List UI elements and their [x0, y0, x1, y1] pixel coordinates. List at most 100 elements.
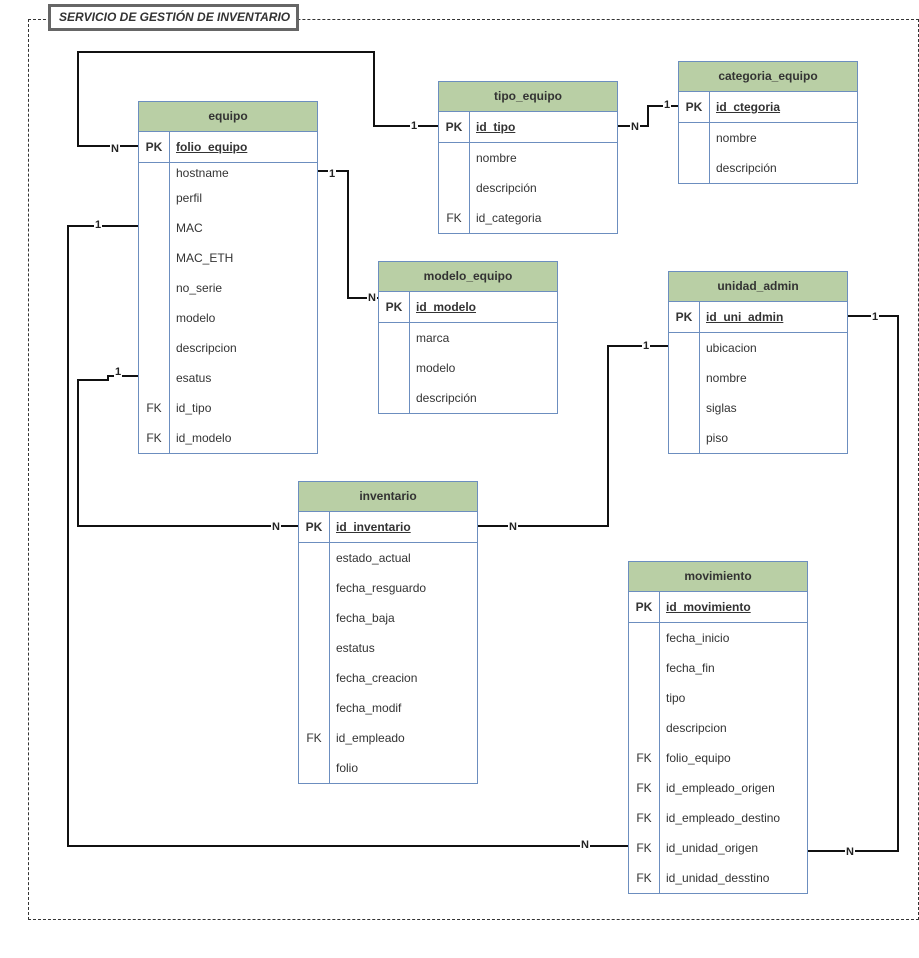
primary-key-row: PK id_inventario — [299, 512, 477, 543]
field-list: estado_actual fecha_resguardo fecha_baja… — [299, 543, 477, 783]
field-name: fecha_creacion — [336, 671, 418, 685]
field-row: marca — [379, 323, 557, 353]
field-row: nombre — [669, 363, 847, 393]
key-marker: FK — [636, 841, 652, 855]
pk-marker: PK — [145, 140, 163, 154]
field-row: fecha_fin — [629, 653, 807, 683]
entity-categoria-equipo[interactable]: categoria_equipo PK id_ctegoria nombre d… — [678, 61, 858, 184]
pk-field-name: id_movimiento — [666, 600, 751, 614]
field-row: estado_actual — [299, 543, 477, 573]
field-name: esatus — [176, 371, 212, 385]
field-row: descripción — [379, 383, 557, 413]
field-name: estado_actual — [336, 551, 411, 565]
primary-key-row: PK id_uni_admin — [669, 302, 847, 333]
cardinality-one-label: 1 — [114, 366, 123, 378]
pk-marker: PK — [685, 100, 703, 114]
field-name: fecha_baja — [336, 611, 395, 625]
entity-title: inventario — [299, 482, 477, 512]
field-row: hostname — [139, 163, 317, 183]
entity-inventario[interactable]: inventario PK id_inventario estado_actua… — [298, 481, 478, 784]
field-row: descripción — [679, 153, 857, 183]
pk-marker: PK — [305, 520, 323, 534]
field-row: perfil — [139, 183, 317, 213]
pk-marker: PK — [385, 300, 403, 314]
pk-marker: PK — [445, 120, 463, 134]
cardinality-many-label: N — [845, 846, 855, 858]
cardinality-one-label: 1 — [94, 219, 103, 231]
field-name: MAC_ETH — [176, 251, 234, 265]
field-list: nombre descripción — [679, 123, 857, 183]
pk-field-name: id_ctegoria — [716, 100, 781, 114]
field-name: descripción — [416, 391, 477, 405]
field-row: FK id_empleado — [299, 723, 477, 753]
field-name: siglas — [706, 401, 737, 415]
field-row: FK id_unidad_origen — [629, 833, 807, 863]
entity-title: equipo — [139, 102, 317, 132]
entity-equipo[interactable]: equipo PK folio_equipo hostname perfil M… — [138, 101, 318, 454]
entity-tipo-equipo[interactable]: tipo_equipo PK id_tipo nombre descripció… — [438, 81, 618, 234]
entity-movimiento[interactable]: movimiento PK id_movimiento fecha_inicio… — [628, 561, 808, 894]
cardinality-one-label: 1 — [328, 168, 337, 180]
field-name: id_empleado_destino — [666, 811, 781, 825]
field-row: estatus — [299, 633, 477, 663]
field-name: nombre — [716, 131, 757, 145]
primary-key-row: PK id_modelo — [379, 292, 557, 323]
field-list: ubicacion nombre siglas piso — [669, 333, 847, 453]
field-name: descripcion — [666, 721, 727, 735]
field-name: id_empleado — [336, 731, 405, 745]
cardinality-many-label: N — [271, 521, 281, 533]
field-row: nombre — [439, 143, 617, 173]
field-row: nombre — [679, 123, 857, 153]
field-row: fecha_resguardo — [299, 573, 477, 603]
entity-title: tipo_equipo — [439, 82, 617, 112]
pk-marker: PK — [635, 600, 653, 614]
field-list: fecha_inicio fecha_fin tipo descripcion … — [629, 623, 807, 893]
field-name: id_tipo — [176, 401, 212, 415]
field-name: descripcion — [176, 341, 237, 355]
field-name: ubicacion — [706, 341, 757, 355]
field-name: nombre — [706, 371, 747, 385]
field-name: modelo — [416, 361, 456, 375]
cardinality-many-label: N — [110, 143, 120, 155]
link-equipo-modelo_equipo — [318, 170, 378, 299]
field-list: marca modelo descripción — [379, 323, 557, 413]
field-name: nombre — [476, 151, 517, 165]
field-row: modelo — [139, 303, 317, 333]
primary-key-row: PK id_movimiento — [629, 592, 807, 623]
field-name: descripción — [476, 181, 537, 195]
field-row: descripción — [439, 173, 617, 203]
pk-field-name: folio_equipo — [176, 140, 248, 154]
field-name: tipo — [666, 691, 686, 705]
pk-field-name: id_modelo — [416, 300, 477, 314]
field-row: fecha_baja — [299, 603, 477, 633]
field-name: hostname — [176, 166, 229, 180]
entity-title: categoria_equipo — [679, 62, 857, 92]
field-name: no_serie — [176, 281, 223, 295]
entity-title: unidad_admin — [669, 272, 847, 302]
cardinality-one-label: 1 — [410, 120, 419, 132]
field-name: fecha_resguardo — [336, 581, 427, 595]
field-name: perfil — [176, 191, 203, 205]
field-name: id_categoria — [476, 211, 542, 225]
field-name: piso — [706, 431, 729, 445]
field-row: descripcion — [139, 333, 317, 363]
field-row: folio — [299, 753, 477, 783]
field-row: FK id_empleado_destino — [629, 803, 807, 833]
entity-modelo-equipo[interactable]: modelo_equipo PK id_modelo marca modelo … — [378, 261, 558, 414]
key-marker: FK — [446, 211, 462, 225]
field-name: estatus — [336, 641, 375, 655]
field-row: FK id_modelo — [139, 423, 317, 453]
key-marker: FK — [146, 401, 162, 415]
entity-unidad-admin[interactable]: unidad_admin PK id_uni_admin ubicacion n… — [668, 271, 848, 454]
field-name: folio_equipo — [666, 751, 731, 765]
field-name: fecha_modif — [336, 701, 402, 715]
field-row: descripcion — [629, 713, 807, 743]
cardinality-one-label: 1 — [871, 311, 880, 323]
field-name: id_modelo — [176, 431, 232, 445]
pk-marker: PK — [675, 310, 693, 324]
field-row: FK id_tipo — [139, 393, 317, 423]
field-row: esatus — [139, 363, 317, 393]
cardinality-many-label: N — [580, 839, 590, 851]
field-name: fecha_fin — [666, 661, 715, 675]
field-list: nombre descripción FK id_categoria — [439, 143, 617, 233]
